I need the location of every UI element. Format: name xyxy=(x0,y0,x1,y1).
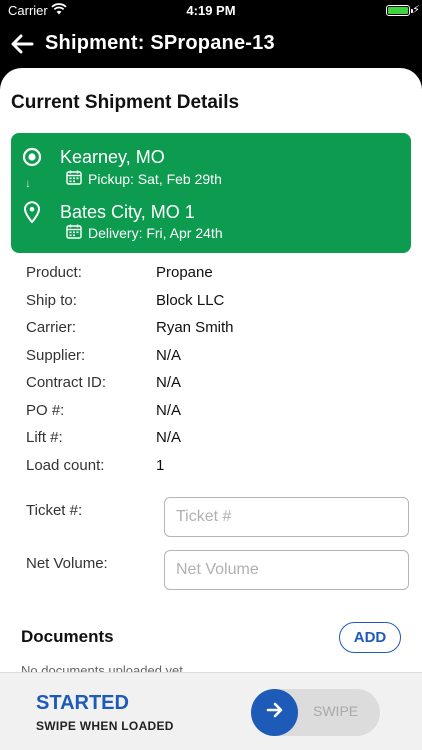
details-list: Product: Propane Ship to: Block LLC Carr… xyxy=(26,264,406,484)
detail-value: N/A xyxy=(156,429,182,446)
destination-city: Bates City, MO 1 xyxy=(60,202,195,222)
detail-row-lift: Lift #: N/A xyxy=(26,429,406,457)
net-volume-input[interactable] xyxy=(164,550,409,590)
documents-title: Documents xyxy=(21,627,114,646)
arrow-left-icon[interactable] xyxy=(8,30,36,58)
detail-row-supplier: Supplier: N/A xyxy=(26,347,406,375)
swipe-handle[interactable] xyxy=(251,689,298,736)
detail-row-load-count: Load count: 1 xyxy=(26,457,406,485)
detail-label: Supplier: xyxy=(26,346,86,364)
detail-value: Ryan Smith xyxy=(156,319,234,336)
detail-label: Carrier: xyxy=(26,319,77,336)
location-pin-icon xyxy=(23,201,41,228)
detail-row-carrier: Carrier: Ryan Smith xyxy=(26,319,406,347)
origin-city: Kearney, MO xyxy=(60,147,165,167)
pickup-date: Pickup: Sat, Feb 29th xyxy=(88,171,222,187)
route-down-arrow-icon: ↓ xyxy=(25,176,31,190)
charging-bolt-icon: ⚡ xyxy=(412,4,420,16)
swipe-label: SWIPE xyxy=(313,703,359,719)
add-document-button[interactable]: ADD xyxy=(339,622,401,653)
calendar-icon xyxy=(66,170,82,188)
battery-icon xyxy=(386,5,413,16)
shipment-status: STARTED xyxy=(36,692,129,714)
navigation-bar: Shipment: SPropane-13 xyxy=(0,22,422,68)
swipe-hint: SWIPE WHEN LOADED xyxy=(36,719,174,733)
pickup-date-row: Pickup: Sat, Feb 29th xyxy=(66,170,222,188)
detail-value: Propane xyxy=(156,264,213,281)
net-volume-label: Net Volume: xyxy=(26,555,108,572)
detail-label: Load count: xyxy=(26,456,105,474)
calendar-icon xyxy=(66,224,82,242)
status-bar: Carrier 4:19 PM ⚡ xyxy=(0,0,422,22)
ticket-label: Ticket #: xyxy=(26,502,83,519)
arrow-right-icon xyxy=(265,700,285,725)
detail-label: Ship to: xyxy=(26,291,77,309)
detail-label: PO #: xyxy=(26,401,65,419)
no-documents-text: No documents uploaded yet xyxy=(21,663,183,672)
route-card: Kearney, MO Pickup: Sat, Feb 29th ↓ Bate… xyxy=(11,133,411,253)
page-title: Shipment: SPropane-13 xyxy=(45,32,275,54)
detail-row-po: PO #: N/A xyxy=(26,402,406,430)
clock-time: 4:19 PM xyxy=(186,3,236,18)
ticket-input[interactable] xyxy=(164,497,409,537)
delivery-date-row: Delivery: Fri, Apr 24th xyxy=(66,224,223,242)
detail-row-ship-to: Ship to: Block LLC xyxy=(26,292,406,320)
detail-value: N/A xyxy=(156,401,182,419)
detail-label: Lift #: xyxy=(26,429,63,446)
delivery-date: Delivery: Fri, Apr 24th xyxy=(88,225,223,241)
detail-value: N/A xyxy=(156,346,182,364)
detail-row-product: Product: Propane xyxy=(26,264,406,292)
detail-value: 1 xyxy=(156,456,165,474)
detail-label: Contract ID: xyxy=(26,374,107,391)
detail-value: N/A xyxy=(156,374,182,391)
bottom-action-bar: STARTED SWIPE WHEN LOADED SWIPE xyxy=(0,672,422,750)
section-title: Current Shipment Details xyxy=(11,92,240,113)
swipe-slider[interactable]: SWIPE xyxy=(251,689,380,736)
detail-value: Block LLC xyxy=(156,291,225,309)
detail-row-contract-id: Contract ID: N/A xyxy=(26,374,406,402)
origin-target-icon xyxy=(22,147,42,172)
detail-label: Product: xyxy=(26,264,82,281)
shipment-details-panel: Current Shipment Details Kearney, MO Pic… xyxy=(0,68,422,672)
